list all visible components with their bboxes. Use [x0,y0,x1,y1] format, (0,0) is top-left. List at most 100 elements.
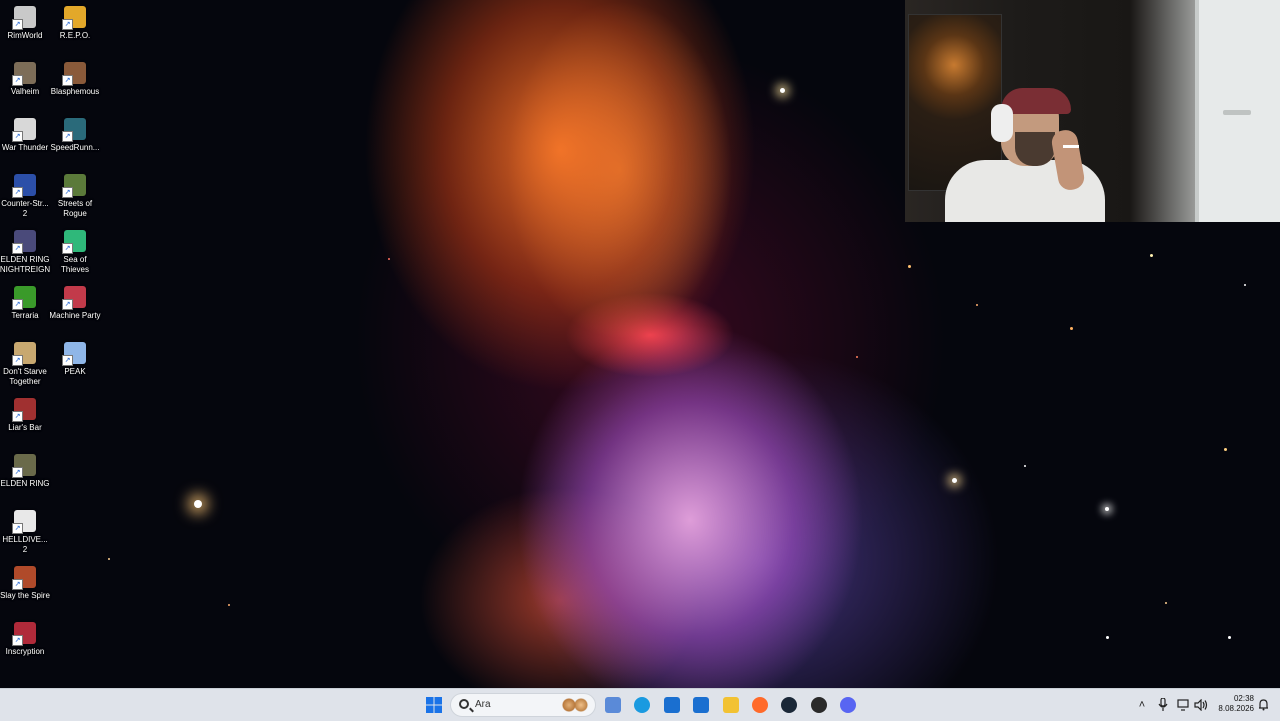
shortcut-arrow-icon: ↗ [12,19,23,30]
desktop-icon-label: Sea of Thieves [60,255,89,274]
desktop-icon-label: PEAK [64,367,86,376]
star [908,265,911,268]
star [1165,602,1167,604]
notifications-button[interactable] [1256,689,1270,721]
desktop-icon-label: Valheim [10,87,40,96]
desktop-icon-label: R.E.P.O. [59,31,91,40]
app-icon: ↗ [12,510,36,534]
shortcut-arrow-icon: ↗ [62,131,73,142]
shortcut-arrow-icon: ↗ [62,299,73,310]
star [1224,448,1227,451]
outlook-icon [693,697,709,713]
desktop-icon[interactable]: ↗ Slay the Spire [0,566,50,601]
clock-date: 8.08.2026 [1218,704,1254,713]
network-button[interactable] [1176,689,1192,721]
shortcut-arrow-icon: ↗ [62,75,73,86]
desktop-icon[interactable]: ↗ Valheim [0,62,50,97]
star [780,88,785,93]
notification-bell-icon [1258,699,1268,711]
desktop-icon-label: Terraria [11,311,39,320]
shortcut-arrow-icon: ↗ [12,131,23,142]
star [1105,507,1109,511]
star [976,304,978,306]
shortcut-arrow-icon: ↗ [12,75,23,86]
star [856,356,858,358]
taskbar: Ara ˄ 02:38 8.08.2026 [0,688,1280,721]
taskbar-app-file-explorer[interactable] [719,693,743,717]
shortcut-arrow-icon: ↗ [12,243,23,254]
widgets-icon [605,697,621,713]
desktop-icon[interactable]: ↗ ELDEN RING NIGHTREIGN [0,230,50,275]
show-hidden-icons-button[interactable]: ˄ [1134,689,1150,721]
app-icon: ↗ [62,286,86,310]
desktop-icon-label: Liar's Bar [8,423,42,432]
desktop-icon[interactable]: ↗ Machine Party [49,286,101,321]
app-icon: ↗ [12,342,36,366]
taskbar-app-store[interactable] [660,693,684,717]
network-icon [1177,699,1189,711]
desktop-icon[interactable]: ↗ R.E.P.O. [50,6,100,41]
desktop-icon-label: Don't Starve Together [3,367,47,386]
desktop-icon[interactable]: ↗ RimWorld [0,6,50,41]
desktop-icon[interactable]: ↗ War Thunder [0,118,50,153]
desktop-icon-label: Counter-Str... 2 [1,199,49,218]
taskbar-app-obs[interactable] [807,693,831,717]
desktop-icon[interactable]: ↗ Streets of Rogue [50,174,100,219]
clock-time: 02:38 [1233,694,1254,703]
webcam-overlay [905,0,1280,222]
star [1070,327,1073,330]
star [1106,636,1109,639]
desktop-icon[interactable]: ↗ Sea of Thieves [50,230,100,275]
store-icon [664,697,680,713]
shortcut-arrow-icon: ↗ [12,299,23,310]
headset [991,104,1013,142]
desktop-icon[interactable]: ↗ Counter-Str... 2 [0,174,50,219]
star [388,258,390,260]
taskbar-app-edge[interactable] [630,693,654,717]
taskbar-app-outlook[interactable] [689,693,713,717]
desktop-icon-label: SpeedRunn... [50,143,100,152]
taskbar-app-firefox[interactable] [748,693,772,717]
search-placeholder: Ara [475,699,491,710]
windows-logo-icon [426,697,442,713]
shortcut-arrow-icon: ↗ [12,579,23,590]
desktop-icon[interactable]: ↗ HELLDIVE... 2 [0,510,50,555]
chevron-up-icon: ˄ [1138,699,1146,711]
desktop-icon[interactable]: ↗ SpeedRunn... [50,118,100,153]
desktop-icon[interactable]: ↗ ELDEN RING [0,454,50,489]
app-icon: ↗ [12,62,36,86]
taskbar-app-steam[interactable] [777,693,801,717]
app-icon: ↗ [62,230,86,254]
desktop-icon[interactable]: ↗ Blasphemous [50,62,100,97]
star [194,500,202,508]
desktop-icon[interactable]: ↗ Terraria [0,286,50,321]
search-icon [459,699,469,709]
app-icon: ↗ [12,174,36,198]
star [1244,284,1246,286]
app-icon: ↗ [62,342,86,366]
shortcut-arrow-icon: ↗ [12,355,23,366]
desktop-icon[interactable]: ↗ Don't Starve Together [0,342,50,387]
clock-button[interactable]: 02:38 8.08.2026 [1214,694,1254,714]
volume-button[interactable] [1193,689,1209,721]
steam-icon [781,697,797,713]
taskbar-app-widgets[interactable] [601,693,625,717]
desktop-icon[interactable]: ↗ Liar's Bar [0,398,50,433]
star [1228,636,1231,639]
desktop-icon-label: Streets of Rogue [57,199,93,218]
microphone-button[interactable] [1155,689,1171,721]
desktop-icon-label: Inscryption [5,647,45,656]
desktop-icon-label: ELDEN RING NIGHTREIGN [0,255,51,274]
search-highlight-icon [559,696,591,714]
taskbar-search[interactable]: Ara [450,693,596,717]
desktop-icon-label: Slay the Spire [0,591,50,600]
start-button[interactable] [422,693,446,717]
app-icon: ↗ [12,454,36,478]
app-icon: ↗ [12,622,36,646]
app-icon: ↗ [62,62,86,86]
shortcut-arrow-icon: ↗ [62,187,73,198]
desktop-icon[interactable]: ↗ PEAK [50,342,100,377]
taskbar-app-discord[interactable] [836,693,860,717]
edge-icon [634,697,650,713]
desktop-icon[interactable]: ↗ Inscryption [0,622,50,657]
